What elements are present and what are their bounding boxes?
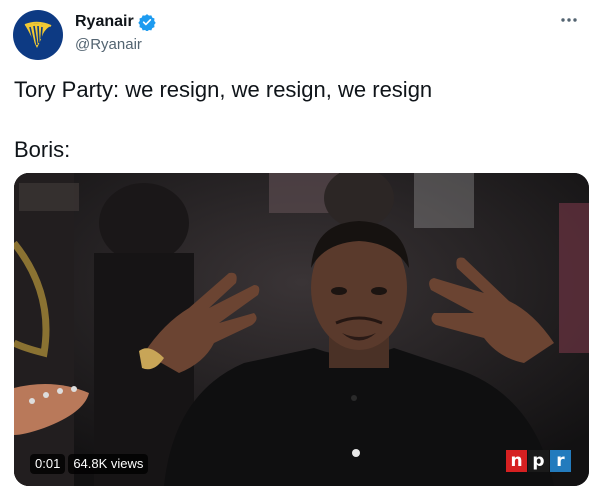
account-name[interactable]: Ryanair: [75, 12, 156, 32]
harp-logo-icon: [24, 21, 52, 48]
npr-letter-p: p: [528, 450, 549, 472]
npr-letter-n: n: [506, 450, 527, 472]
video-views: 64.8K views: [68, 454, 149, 474]
avatar[interactable]: [13, 10, 63, 60]
video-meta: 0:01 64.8K views: [30, 454, 149, 474]
video-player[interactable]: [14, 173, 589, 486]
video-time: 0:01: [30, 454, 66, 474]
verified-badge-icon: [138, 14, 156, 31]
tweet-text: Tory Party: we resign, we resign, we res…: [14, 77, 433, 162]
display-name-text[interactable]: Ryanair: [75, 12, 134, 32]
npr-letter-r: r: [550, 450, 571, 472]
account-handle[interactable]: @Ryanair: [75, 35, 142, 55]
npr-watermark: n p r: [506, 450, 571, 472]
more-options-icon[interactable]: [557, 12, 581, 28]
video-frame: [14, 173, 589, 486]
